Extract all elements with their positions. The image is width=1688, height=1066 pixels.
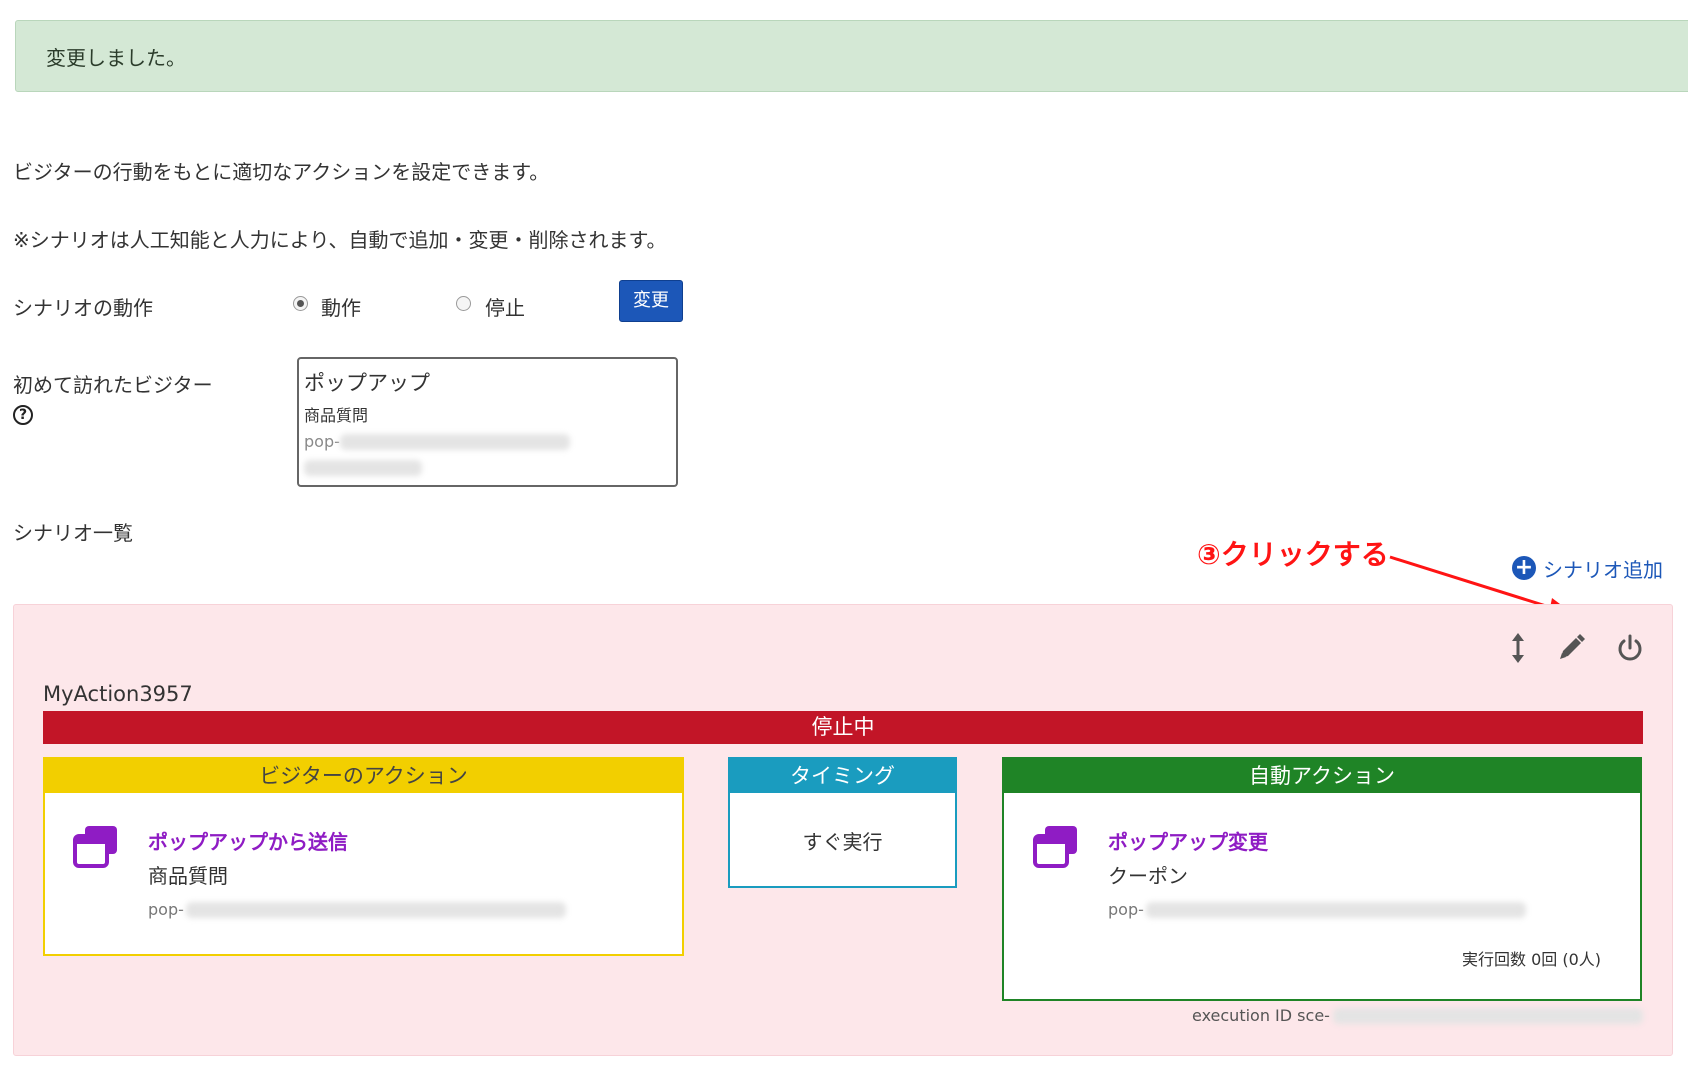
- redacted-visitor-id-blur: [186, 902, 566, 918]
- redacted-execution-id-blur: [1333, 1008, 1643, 1024]
- visitor-action-title[interactable]: ポップアップから送信: [148, 826, 348, 855]
- visitor-action-box: ビジターのアクション: [43, 757, 684, 956]
- redacted-id-blur: [340, 434, 570, 450]
- redacted-id-blur-2: [304, 460, 422, 476]
- execution-count: 実行回数 0回 (0人): [1462, 950, 1602, 969]
- radio-active[interactable]: [293, 296, 308, 311]
- radio-active-label[interactable]: 動作: [321, 292, 361, 321]
- intro-line-1: ビジターの行動をもとに適切なアクションを設定できます。: [13, 160, 550, 184]
- pencil-icon[interactable]: [1555, 632, 1587, 664]
- first-visitor-box-id: pop-: [304, 432, 340, 451]
- alert-message: 変更しました。: [46, 46, 186, 70]
- power-icon[interactable]: [1614, 632, 1646, 664]
- plus-circle-icon[interactable]: +: [1512, 556, 1536, 580]
- question-circle-icon[interactable]: ?: [13, 405, 33, 425]
- window-stack-icon: [73, 826, 117, 868]
- add-scenario-link[interactable]: シナリオ追加: [1543, 554, 1663, 583]
- first-visitor-box-subtitle: 商品質問: [304, 406, 369, 425]
- first-visitor-box-title: ポップアップ: [304, 371, 430, 395]
- first-visitor-label: 初めて訪れたビジター: [13, 373, 213, 397]
- radio-stop[interactable]: [456, 296, 471, 311]
- scenario-operation-label: シナリオの動作: [13, 296, 153, 320]
- action-name: MyAction3957: [43, 682, 193, 706]
- move-vertical-icon[interactable]: [1502, 632, 1534, 664]
- visitor-action-header: ビジターのアクション: [45, 759, 682, 793]
- auto-action-title[interactable]: ポップアップ変更: [1108, 826, 1268, 855]
- redacted-auto-id-blur: [1146, 902, 1526, 918]
- scenario-list-label: シナリオ一覧: [13, 521, 133, 545]
- auto-action-header: 自動アクション: [1004, 759, 1640, 793]
- visitor-action-id: pop-: [148, 900, 184, 919]
- visitor-action-subtitle: 商品質問: [148, 864, 228, 888]
- auto-action-subtitle: クーポン: [1108, 864, 1188, 888]
- intro-line-2: ※シナリオは人工知能と人力により、自動で追加・変更・削除されます。: [13, 228, 667, 252]
- change-button[interactable]: 変更: [619, 280, 683, 322]
- timing-value: すぐ実行: [802, 830, 883, 854]
- window-stack-icon: [1033, 826, 1077, 868]
- success-alert: [15, 20, 1688, 92]
- auto-action-id: pop-: [1108, 900, 1144, 919]
- radio-stop-label[interactable]: 停止: [485, 292, 525, 321]
- annotation-click-instruction: ③クリックする: [1197, 538, 1389, 571]
- status-bar: 停止中: [43, 711, 1643, 744]
- timing-header: タイミング: [730, 759, 955, 793]
- execution-id: execution ID sce-: [1192, 1006, 1330, 1025]
- timing-box: タイミング: [728, 757, 957, 888]
